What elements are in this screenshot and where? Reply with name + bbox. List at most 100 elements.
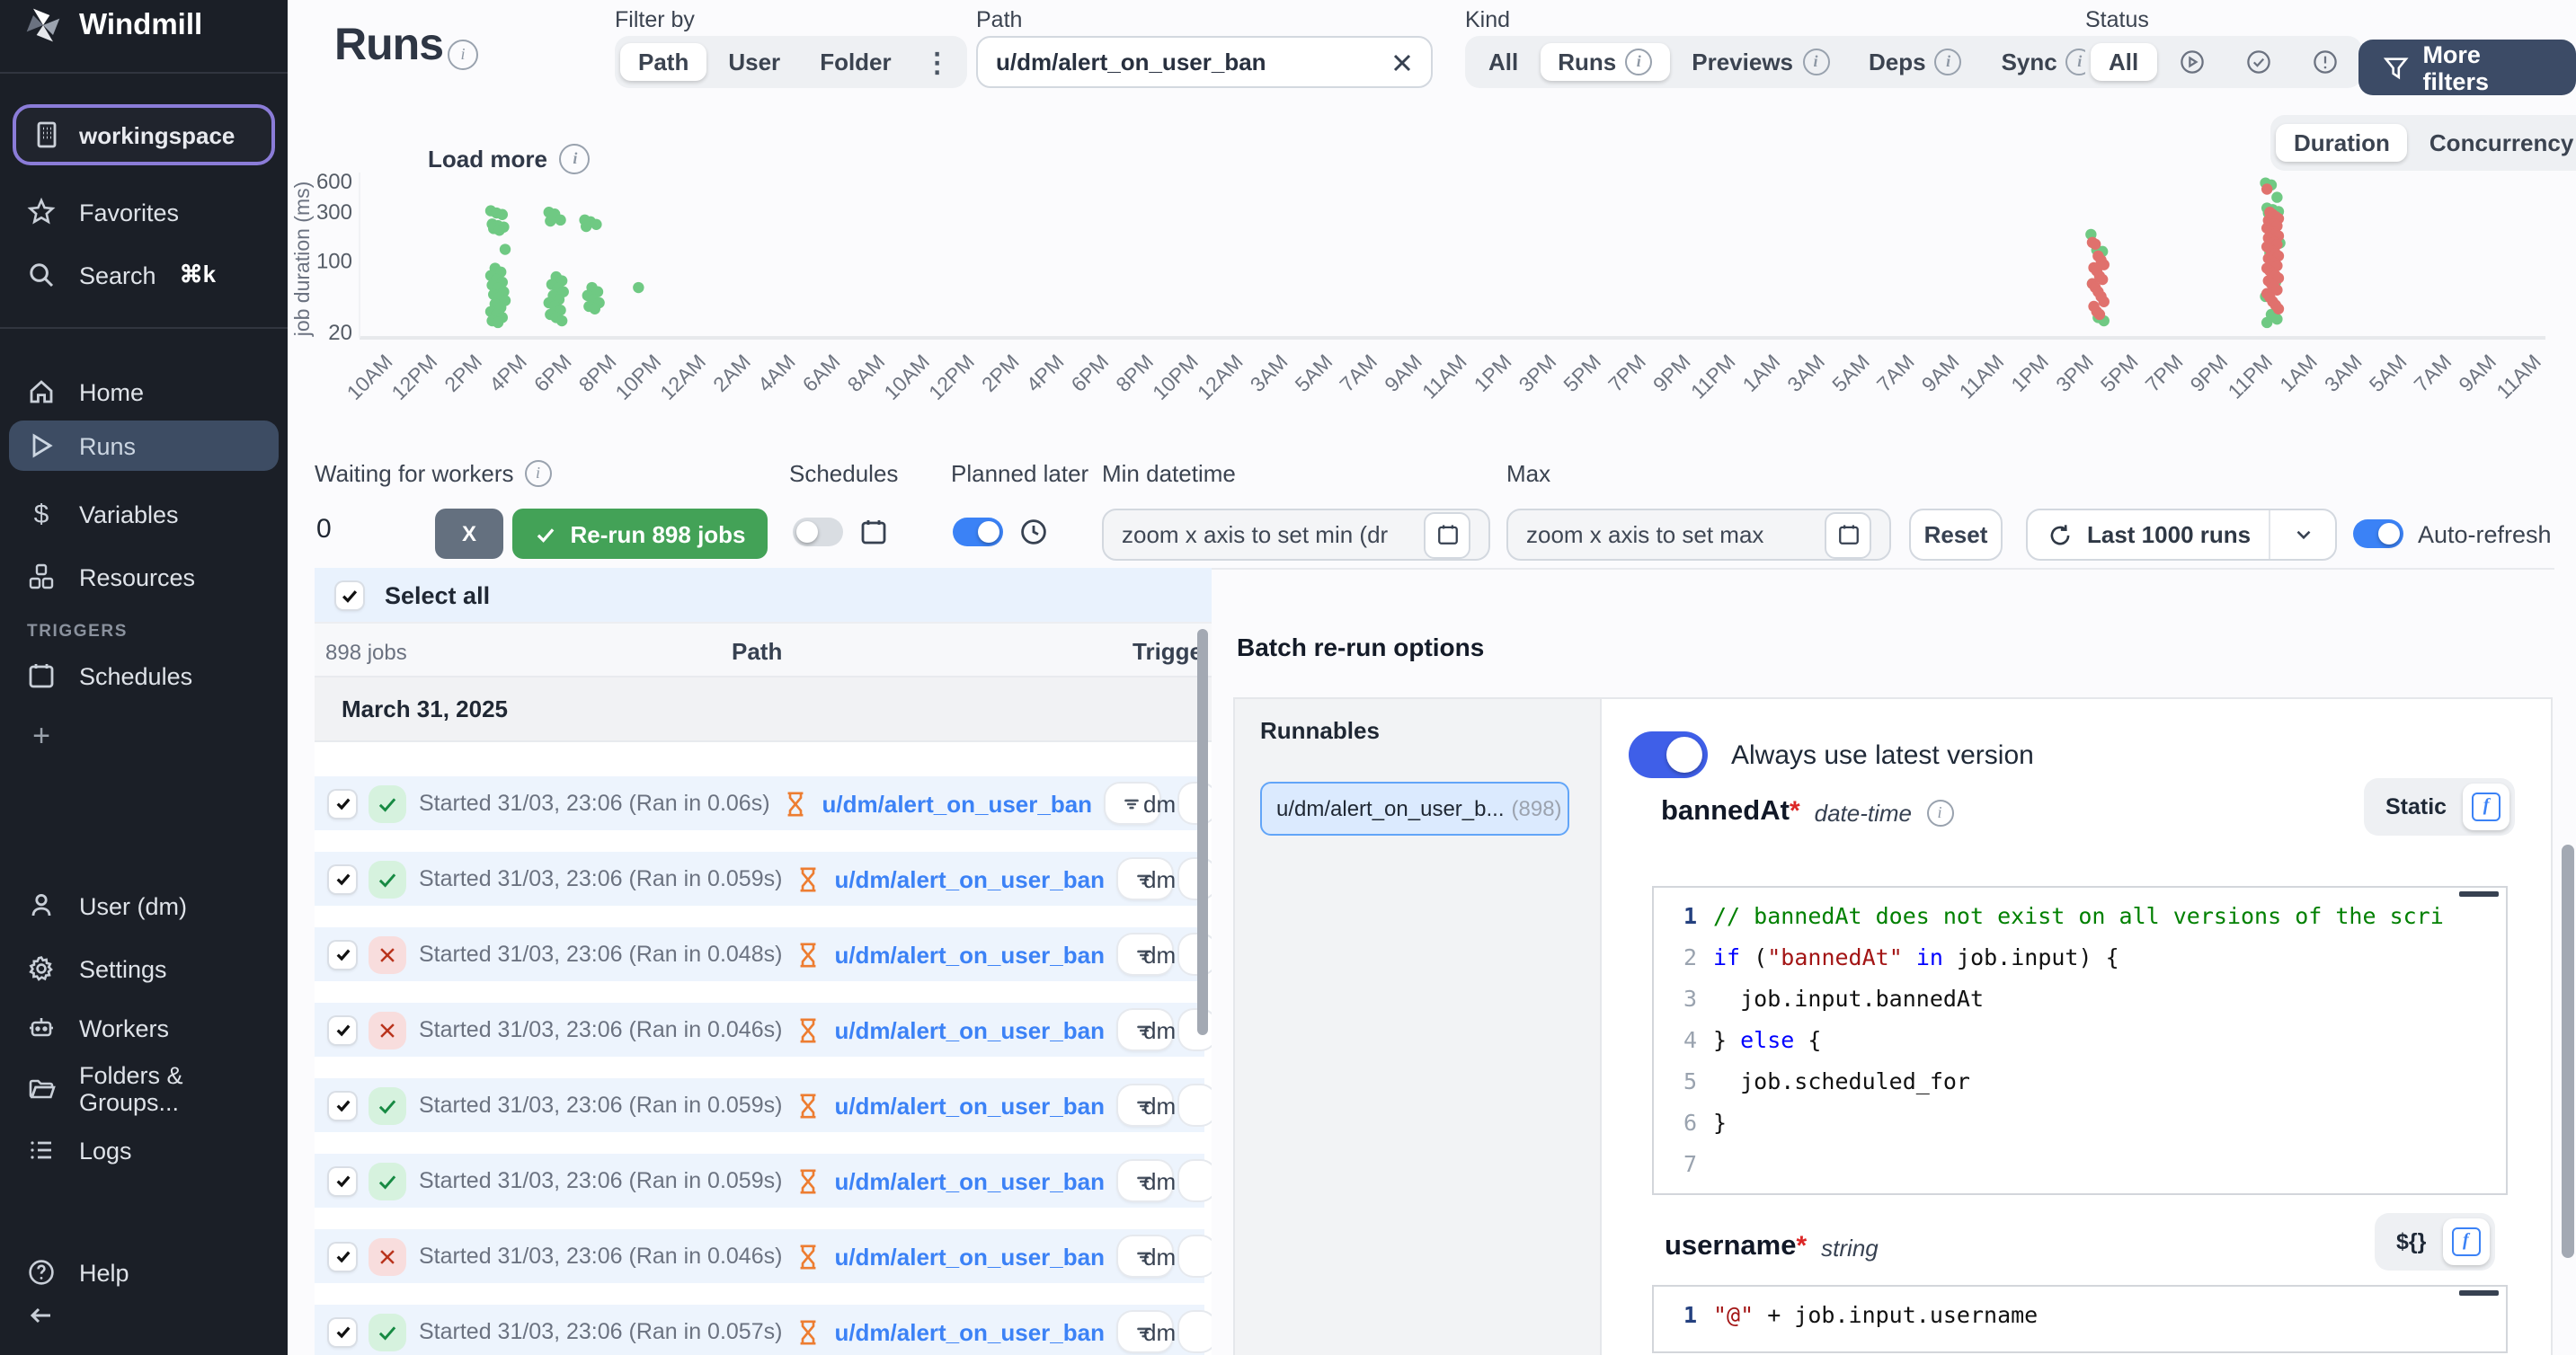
sidebar-item-logs[interactable]: Logs: [0, 1125, 288, 1175]
table-row[interactable]: Started 31/03, 23:06 (Ran in 0.046s) u/d…: [315, 1229, 1204, 1283]
table-row[interactable]: Started 31/03, 23:06 (Ran in 0.06s) u/dm…: [315, 776, 1204, 830]
sidebar-item-folders[interactable]: Folders & Groups...: [0, 1064, 288, 1114]
table-row[interactable]: Started 31/03, 23:06 (Ran in 0.059s) u/d…: [315, 1078, 1204, 1132]
run-path-link[interactable]: u/dm/alert_on_user_ban: [834, 1092, 1105, 1119]
tab-label: User: [728, 49, 780, 75]
sidebar-add-button[interactable]: +: [0, 712, 288, 762]
filter-by-tab-path[interactable]: Path: [620, 43, 706, 81]
funnel-icon: [2384, 55, 2408, 80]
clear-path-icon[interactable]: [1391, 51, 1413, 73]
sidebar-item-search[interactable]: Search ⌘k: [0, 250, 288, 300]
path-filter-input[interactable]: u/dm/alert_on_user_ban: [976, 36, 1433, 88]
max-datetime-calendar-icon[interactable]: [1825, 511, 1871, 558]
table-row[interactable]: Started 31/03, 23:06 (Ran in 0.048s) u/d…: [315, 927, 1204, 981]
sidebar-item-user[interactable]: User (dm): [0, 881, 288, 931]
sidebar-item-schedules[interactable]: Schedules: [0, 651, 288, 701]
runs-window-button[interactable]: Last 1000 runs: [2028, 510, 2269, 559]
editor-hscroll[interactable]: [2459, 1290, 2499, 1296]
row-checkbox[interactable]: [329, 865, 356, 892]
run-path-link[interactable]: u/dm/alert_on_user_ban: [834, 1167, 1105, 1194]
duration-scatter-chart[interactable]: job duration (ms)6003001002010AM12PM2PM4…: [288, 140, 2576, 424]
run-path-link[interactable]: u/dm/alert_on_user_ban: [834, 1016, 1105, 1043]
workspace-selector[interactable]: workingspace: [13, 104, 275, 165]
username-code-editor[interactable]: 1"@" + job.input.username: [1652, 1285, 2508, 1353]
brand[interactable]: Windmill: [0, 0, 288, 50]
min-datetime-calendar-icon[interactable]: [1424, 511, 1470, 558]
date-group-header: March 31, 2025: [315, 678, 1212, 742]
filter-by-tab-folder[interactable]: Folder: [802, 43, 909, 81]
bannedAt-javascript-toggle[interactable]: f: [2463, 784, 2509, 830]
table-row[interactable]: Started 31/03, 23:06 (Ran in 0.059s) u/d…: [315, 852, 1204, 906]
sidebar-item-resources[interactable]: Resources: [0, 552, 288, 602]
run-path-link[interactable]: u/dm/alert_on_user_ban: [834, 865, 1105, 892]
rerun-jobs-button[interactable]: Re-run 898 jobs: [512, 509, 768, 559]
kind-tab-runs[interactable]: Runsi: [1540, 43, 1670, 81]
select-all-checkbox[interactable]: [336, 581, 363, 608]
username-mode-label[interactable]: ${}: [2380, 1229, 2442, 1254]
row-checkbox[interactable]: [329, 1092, 356, 1119]
always-latest-toggle[interactable]: [1629, 731, 1708, 778]
runnable-item[interactable]: u/dm/alert_on_user_b... (898): [1260, 782, 1569, 836]
row-action-cut[interactable]: [1179, 1161, 1212, 1200]
sidebar-item-favorites[interactable]: Favorites: [0, 187, 288, 237]
filter-by-menu-button[interactable]: ⋮: [913, 40, 962, 84]
status-tab-running[interactable]: [2160, 43, 2223, 81]
table-row[interactable]: Started 31/03, 23:06 (Ran in 0.046s) u/d…: [315, 1003, 1204, 1057]
kind-tab-deps[interactable]: Depsi: [1851, 43, 1980, 81]
run-path-link[interactable]: u/dm/alert_on_user_ban: [834, 1243, 1105, 1270]
row-checkbox[interactable]: [329, 790, 356, 817]
field-name-bannedAt: bannedAt*: [1661, 796, 1800, 828]
sidebar-collapse-button[interactable]: [0, 1290, 288, 1341]
sidebar-item-workers[interactable]: Workers: [0, 1003, 288, 1053]
page-scrollbar[interactable]: [2562, 845, 2574, 1258]
row-checkbox[interactable]: [329, 1167, 356, 1194]
row-checkbox[interactable]: [329, 1016, 356, 1043]
field-info-icon[interactable]: i: [1926, 799, 1953, 826]
min-datetime-input[interactable]: zoom x axis to set min (dr: [1102, 509, 1490, 561]
table-scrollbar[interactable]: [1197, 629, 1208, 1035]
table-row[interactable]: Started 31/03, 23:06 (Ran in 0.059s) u/d…: [315, 1154, 1204, 1208]
status-tab-failure[interactable]: [2293, 43, 2356, 81]
svg-text:600: 600: [316, 170, 352, 194]
cancel-selection-button[interactable]: X: [435, 509, 503, 559]
runs-window-dropdown[interactable]: [2269, 510, 2335, 559]
row-action-cut[interactable]: [1179, 1085, 1212, 1125]
sidebar-item-home[interactable]: Home: [0, 367, 288, 417]
gear-icon: [27, 954, 56, 983]
svg-text:2PM: 2PM: [977, 350, 1024, 396]
hourglass-icon: [795, 1318, 822, 1345]
sidebar-item-variables[interactable]: $ Variables: [0, 489, 288, 539]
sidebar-item-settings[interactable]: Settings: [0, 943, 288, 994]
help-icon: [27, 1258, 56, 1287]
select-all-bar: Select all: [315, 568, 1212, 622]
divider: [0, 327, 288, 329]
sidebar-item-runs[interactable]: Runs: [9, 421, 279, 471]
max-datetime-input[interactable]: zoom x axis to set max: [1506, 509, 1891, 561]
kind-tab-previews[interactable]: Previewsi: [1674, 43, 1847, 81]
editor-hscroll[interactable]: [2459, 891, 2499, 897]
schedules-toggle[interactable]: [793, 518, 843, 546]
filter-by-tab-user[interactable]: User: [710, 43, 798, 81]
row-checkbox[interactable]: [329, 941, 356, 968]
run-path-link[interactable]: u/dm/alert_on_user_ban: [834, 941, 1105, 968]
row-action-cut[interactable]: [1179, 1312, 1212, 1351]
title-info-icon[interactable]: i: [448, 40, 478, 70]
planned-later-toggle[interactable]: [953, 518, 1003, 546]
bannedAt-code-editor[interactable]: 1// bannedAt does not exist on all versi…: [1652, 886, 2508, 1195]
check-circle-icon: [2244, 49, 2271, 75]
more-filters-button[interactable]: More filters: [2358, 40, 2576, 95]
row-checkbox[interactable]: [329, 1318, 356, 1345]
row-action-cut[interactable]: [1179, 1236, 1212, 1276]
bannedAt-mode-label[interactable]: Static: [2369, 794, 2463, 819]
row-checkbox[interactable]: [329, 1243, 356, 1270]
run-path-link[interactable]: u/dm/alert_on_user_ban: [822, 790, 1093, 817]
auto-refresh-toggle[interactable]: [2353, 519, 2403, 548]
status-tabs: All: [2085, 36, 2361, 88]
status-tab-success[interactable]: [2226, 43, 2289, 81]
status-tab-all[interactable]: All: [2091, 43, 2156, 81]
table-row[interactable]: Started 31/03, 23:06 (Ran in 0.057s) u/d…: [315, 1305, 1204, 1355]
kind-tab-all[interactable]: All: [1470, 43, 1536, 81]
username-javascript-toggle[interactable]: f: [2442, 1218, 2489, 1265]
run-path-link[interactable]: u/dm/alert_on_user_ban: [834, 1318, 1105, 1345]
reset-button[interactable]: Reset: [1909, 509, 2003, 561]
